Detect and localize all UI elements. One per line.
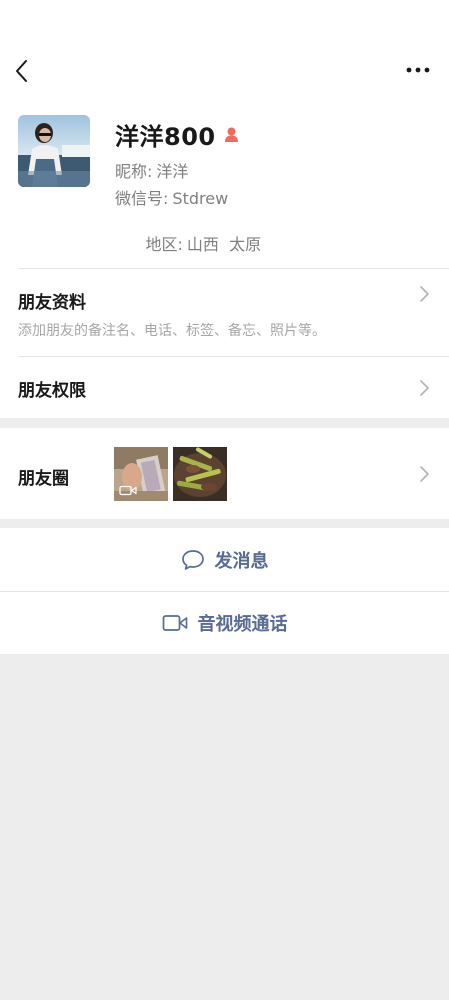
chevron-right-icon (420, 466, 429, 482)
avatar[interactable] (18, 115, 90, 187)
contact-name: 洋洋800 (115, 122, 216, 151)
divider (18, 268, 449, 269)
send-message-label: 发消息 (214, 550, 269, 572)
wechat-id-line: 微信号: Stdrew (115, 185, 228, 209)
moments-thumbnail-video[interactable] (114, 447, 168, 501)
moments-cell[interactable]: 朋友圈 (0, 428, 449, 519)
contact-profile-screen: 洋洋800 昵称: 洋洋 微信号: Stdrew 地区: 山西 太原 朋友资料 添加朋… (0, 0, 449, 1000)
gender-icon (224, 127, 238, 142)
more-button[interactable] (405, 60, 431, 80)
divider (18, 356, 449, 357)
moments-thumbnail-photo[interactable] (173, 447, 227, 501)
moments-photo (173, 447, 227, 501)
back-button[interactable] (12, 58, 34, 84)
send-message-button[interactable]: 发消息 (0, 528, 449, 591)
video-call-label: 音视频通话 (197, 614, 288, 635)
video-call-button[interactable]: 音视频通话 (0, 592, 449, 654)
region-value: 山西 太原 (186, 235, 262, 254)
video-icon (119, 485, 137, 496)
top-bar (0, 0, 449, 100)
nickname-line: 昵称: 洋洋 (115, 158, 188, 182)
region-line: 地区: 山西 太原 (115, 212, 262, 274)
nickname-value: 洋洋 (156, 162, 189, 181)
wechat-id-value[interactable]: Stdrew (172, 189, 228, 208)
back-icon (16, 60, 27, 82)
moments-title: 朋友圈 (18, 469, 69, 489)
region-label: 地区: (145, 235, 183, 254)
profile-header: 洋洋800 昵称: 洋洋 微信号: Stdrew 地区: 山西 太原 (0, 100, 449, 268)
more-icon (406, 67, 430, 73)
friend-info-subtitle: 添加朋友的备注名、电话、标签、备忘、照片等。 (18, 323, 326, 339)
friend-info-title: 朋友资料 (18, 293, 86, 313)
wechat-id-label: 微信号: (115, 189, 169, 208)
friend-permissions-cell[interactable]: 朋友权限 (0, 356, 449, 418)
friend-permissions-title: 朋友权限 (18, 381, 86, 401)
video-call-icon (162, 615, 187, 631)
avatar-photo (18, 115, 90, 187)
chevron-right-icon (420, 380, 429, 396)
name-row: 洋洋800 (115, 118, 240, 151)
nickname-label: 昵称: (115, 162, 153, 181)
friend-info-cell[interactable]: 朋友资料 添加朋友的备注名、电话、标签、备忘、照片等。 (0, 268, 449, 356)
chat-bubble-icon (181, 549, 204, 570)
chevron-right-icon (420, 286, 429, 302)
